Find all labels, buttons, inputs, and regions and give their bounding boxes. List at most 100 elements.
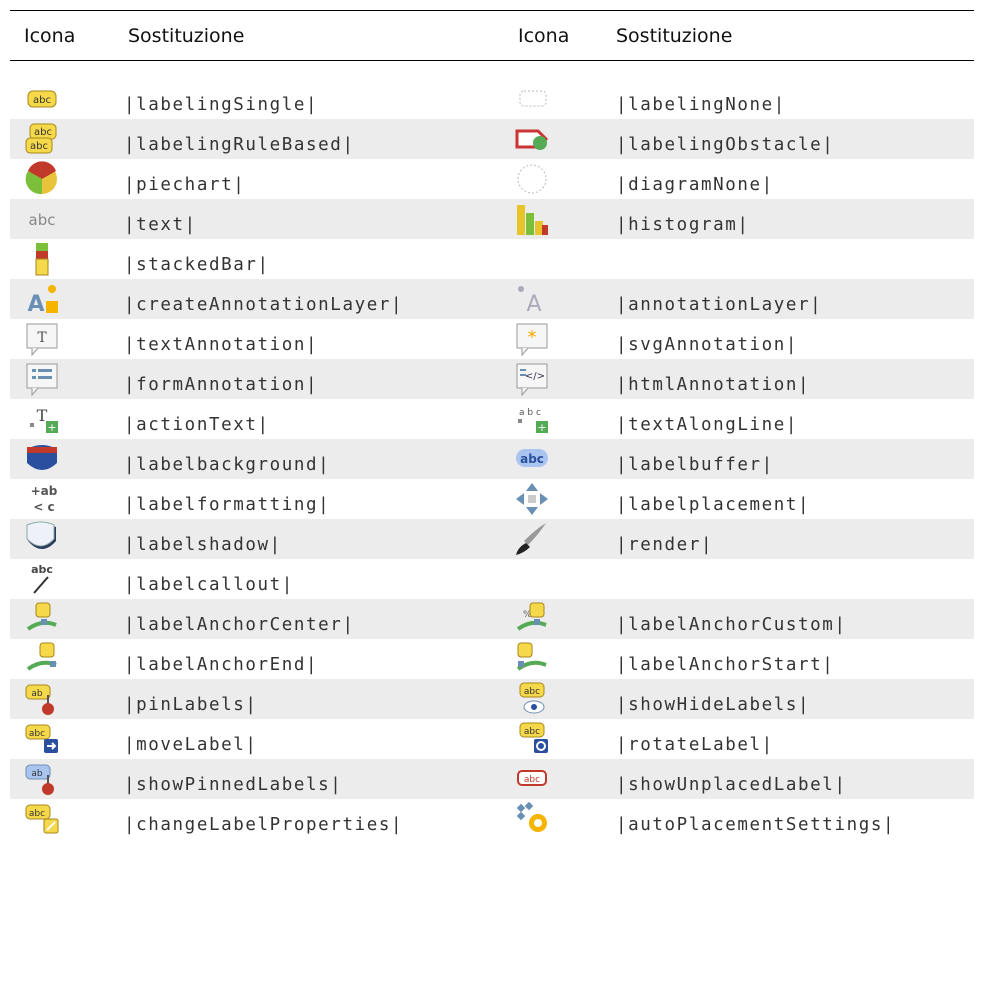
substitution-cell: |textAlongLine|	[612, 399, 974, 439]
substitution-code: |changeLabelProperties|	[124, 815, 404, 835]
svg-text:ab: ab	[31, 689, 43, 699]
icon-cell: abc	[10, 719, 118, 759]
table-row: ab |pinLabels| abc |showHideLabels|	[10, 679, 974, 719]
substitution-code: |pinLabels|	[124, 695, 258, 715]
svg-text:abc: abc	[31, 563, 53, 576]
substitution-code: |showPinnedLabels|	[124, 775, 343, 795]
icon-cell	[508, 159, 612, 199]
header-gap	[10, 61, 974, 79]
substitution-code: |actionText|	[124, 415, 270, 435]
substitution-code: |diagramNone|	[616, 175, 774, 195]
icon-cell: </>	[508, 359, 612, 399]
piechart-icon	[25, 161, 57, 195]
substitution-code: |showUnplacedLabel|	[616, 775, 847, 795]
substitution-cell: |showHideLabels|	[612, 679, 974, 719]
substitution-code: |labelingRuleBased|	[124, 135, 355, 155]
substitution-code: |labelingSingle|	[124, 95, 319, 115]
icon-cell	[508, 239, 612, 279]
label-placement-icon	[516, 483, 548, 515]
table-row: |labelAnchorCenter|% |labelAnchorCustom|	[10, 599, 974, 639]
svg-text:ab: ab	[31, 769, 43, 779]
icon-cell: ab	[10, 679, 118, 719]
icon-cell: +ab < c	[10, 479, 118, 519]
substitution-code: |labelAnchorCenter|	[124, 615, 355, 635]
icon-cell	[10, 639, 118, 679]
create-annotation-layer-icon: A	[27, 285, 58, 317]
annotation-layer-icon: A	[518, 286, 542, 317]
show-hide-labels-icon: abc	[519, 682, 545, 714]
table-row: |labelAnchorEnd| |labelAnchorStart|	[10, 639, 974, 679]
substitution-code: |textAlongLine|	[616, 415, 799, 435]
svg-text:abc: abc	[29, 809, 45, 819]
icon-cell	[10, 159, 118, 199]
substitution-code: |labelbackground|	[124, 455, 331, 475]
icon-cell: T +	[10, 399, 118, 439]
substitution-cell: |createAnnotationLayer|	[118, 279, 508, 319]
substitution-code: |moveLabel|	[124, 735, 258, 755]
substitution-code: |labelAnchorEnd|	[124, 655, 319, 675]
substitution-cell: |labelbuffer|	[612, 439, 974, 479]
substitution-cell: |actionText|	[118, 399, 508, 439]
show-unplaced-label-icon: abc	[517, 770, 547, 786]
substitution-code: |annotationLayer|	[616, 295, 823, 315]
label-shadow-icon	[26, 521, 56, 549]
substitution-table: Icona Sostituzione Icona Sostituzione ab…	[10, 10, 974, 839]
table-body: abc |labelingSingle| |labelingNone| abc abc |…	[10, 79, 974, 839]
header-icon-col-1: Icona	[24, 24, 76, 47]
substitution-cell: |annotationLayer|	[612, 279, 974, 319]
substitution-code: |labelshadow|	[124, 535, 282, 555]
icon-cell: A	[10, 279, 118, 319]
table-row: abc |labelingSingle| |labelingNone|	[10, 79, 974, 119]
label-background-icon	[27, 445, 57, 470]
icon-cell	[10, 359, 118, 399]
table-row: abc |moveLabel| abc |rotateLabel|	[10, 719, 974, 759]
table-row: abc |labelcallout|	[10, 559, 974, 599]
substitution-cell: |labelshadow|	[118, 519, 508, 559]
icon-cell: %	[508, 599, 612, 639]
text-annotation-icon: T	[26, 323, 58, 357]
substitution-code: |piechart|	[124, 175, 246, 195]
icon-cell: abc	[10, 799, 118, 839]
substitution-cell: |histogram|	[612, 199, 974, 239]
icon-cell: abc abc	[10, 119, 118, 159]
icon-cell: ab	[10, 759, 118, 799]
substitution-cell: |labelAnchorCenter|	[118, 599, 508, 639]
substitution-code: |labelingNone|	[616, 95, 786, 115]
substitution-cell: |formAnnotation|	[118, 359, 508, 399]
substitution-code: |stackedBar|	[124, 255, 270, 275]
icon-cell	[10, 239, 118, 279]
icon-cell: abc	[10, 79, 118, 119]
icon-cell	[508, 519, 612, 559]
svg-text:abc: abc	[524, 687, 540, 697]
label-anchor-end-icon	[26, 642, 57, 671]
substitution-cell: |stackedBar|	[118, 239, 508, 279]
substitution-code: |histogram|	[616, 215, 750, 235]
icon-cell	[10, 599, 118, 639]
table-row: |labelbackground| abc |labelbuffer|	[10, 439, 974, 479]
table-row: |piechart| |diagramNone|	[10, 159, 974, 199]
substitution-cell: |labelingNone|	[612, 79, 974, 119]
substitution-cell: |htmlAnnotation|	[612, 359, 974, 399]
label-anchor-center-icon	[26, 602, 57, 631]
svg-text:abc: abc	[524, 775, 540, 785]
table-row: A |createAnnotationLayer| A |annotationLaye…	[10, 279, 974, 319]
svg-text:+: +	[537, 421, 546, 434]
svg-text:</>: </>	[525, 371, 545, 382]
label-formatting-icon: +ab < c	[31, 484, 58, 514]
substitution-cell: |labelingObstacle|	[612, 119, 974, 159]
svg-text:A: A	[27, 292, 44, 317]
substitution-cell: |labelAnchorStart|	[612, 639, 974, 679]
icon-cell: abc	[508, 439, 612, 479]
icon-cell: abc	[508, 759, 612, 799]
svg-text:abc: abc	[29, 729, 45, 739]
label-anchor-start-icon	[516, 642, 547, 671]
substitution-cell	[612, 239, 974, 279]
table-row: abc abc |labelingRuleBased| |labelingObstac…	[10, 119, 974, 159]
table-row: abc |text| |histogram|	[10, 199, 974, 239]
substitution-code: |textAnnotation|	[124, 335, 319, 355]
icon-cell	[508, 799, 612, 839]
header-substitution-col-2: Sostituzione	[616, 24, 733, 47]
substitution-cell: |showPinnedLabels|	[118, 759, 508, 799]
stacked-bar-icon	[35, 243, 49, 276]
pin-labels-icon: ab	[25, 684, 54, 715]
